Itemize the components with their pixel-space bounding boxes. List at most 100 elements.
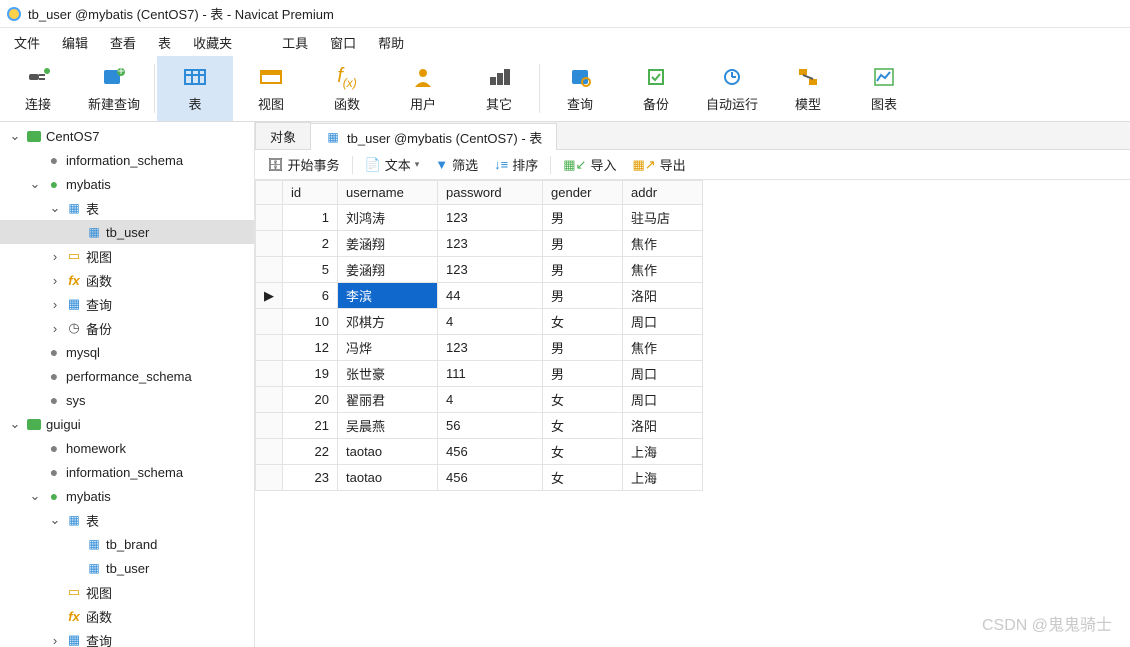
twisty-icon[interactable]: › bbox=[48, 273, 62, 288]
table-row[interactable]: 1刘鸿涛123男驻马店 bbox=[256, 205, 703, 231]
cell-password[interactable]: 4 bbox=[438, 309, 543, 335]
cell-id[interactable]: 12 bbox=[283, 335, 338, 361]
data-grid[interactable]: idusernamepasswordgenderaddr1刘鸿涛123男驻马店2… bbox=[255, 180, 1130, 647]
table-row[interactable]: 22taotao456女上海 bbox=[256, 439, 703, 465]
cell-addr[interactable]: 焦作 bbox=[623, 257, 703, 283]
cell-gender[interactable]: 男 bbox=[543, 205, 623, 231]
tree-item[interactable]: ⌄▦表 bbox=[0, 508, 254, 532]
tool-other[interactable]: 其它 bbox=[461, 56, 537, 121]
cell-username[interactable]: 邓棋方 bbox=[338, 309, 438, 335]
cell-id[interactable]: 10 bbox=[283, 309, 338, 335]
tree-item[interactable]: ●performance_schema bbox=[0, 364, 254, 388]
menu-7[interactable]: 帮助 bbox=[368, 29, 414, 56]
menu-2[interactable]: 查看 bbox=[100, 29, 146, 56]
tab-data[interactable]: ▦ tb_user @mybatis (CentOS7) - 表 bbox=[310, 123, 557, 150]
twisty-icon[interactable]: ⌄ bbox=[8, 128, 22, 144]
twisty-icon[interactable]: › bbox=[48, 249, 62, 264]
cell-password[interactable]: 123 bbox=[438, 257, 543, 283]
text-button[interactable]: 📄 文本 ▾ bbox=[359, 152, 426, 177]
table-row[interactable]: 10邓棋方4女周口 bbox=[256, 309, 703, 335]
tree-item[interactable]: ▦tb_user bbox=[0, 556, 254, 580]
table-row[interactable]: 12冯烨123男焦作 bbox=[256, 335, 703, 361]
cell-gender[interactable]: 女 bbox=[543, 309, 623, 335]
cell-addr[interactable]: 驻马店 bbox=[623, 205, 703, 231]
tree-item[interactable]: ⌄●mybatis bbox=[0, 484, 254, 508]
tool-newquery[interactable]: +新建查询 bbox=[76, 56, 152, 121]
table-row[interactable]: 2姜涵翔123男焦作 bbox=[256, 231, 703, 257]
table-row[interactable]: 5姜涵翔123男焦作 bbox=[256, 257, 703, 283]
cell-addr[interactable]: 焦作 bbox=[623, 231, 703, 257]
tree-item[interactable]: ●mysql bbox=[0, 340, 254, 364]
tool-chart[interactable]: 图表 bbox=[846, 56, 922, 121]
tree-item[interactable]: fx函数 bbox=[0, 604, 254, 628]
col-header[interactable]: username bbox=[338, 181, 438, 205]
cell-id[interactable]: 21 bbox=[283, 413, 338, 439]
table-row[interactable]: 19张世豪111男周口 bbox=[256, 361, 703, 387]
connection-tree[interactable]: ⌄CentOS7●information_schema⌄●mybatis⌄▦表▦… bbox=[0, 122, 255, 647]
col-header[interactable]: id bbox=[283, 181, 338, 205]
tree-item[interactable]: ▦tb_brand bbox=[0, 532, 254, 556]
cell-password[interactable]: 123 bbox=[438, 335, 543, 361]
export-button[interactable]: ▦↗ 导出 bbox=[626, 152, 691, 177]
cell-gender[interactable]: 男 bbox=[543, 257, 623, 283]
tree-item[interactable]: ›fx函数 bbox=[0, 268, 254, 292]
tree-item[interactable]: ⌄guigui bbox=[0, 412, 254, 436]
tool-view[interactable]: 视图 bbox=[233, 56, 309, 121]
cell-password[interactable]: 4 bbox=[438, 387, 543, 413]
twisty-icon[interactable]: › bbox=[48, 321, 62, 336]
cell-password[interactable]: 111 bbox=[438, 361, 543, 387]
cell-addr[interactable]: 洛阳 bbox=[623, 283, 703, 309]
twisty-icon[interactable]: ⌄ bbox=[48, 512, 62, 528]
cell-addr[interactable]: 洛阳 bbox=[623, 413, 703, 439]
cell-username[interactable]: 翟丽君 bbox=[338, 387, 438, 413]
cell-id[interactable]: 6 bbox=[283, 283, 338, 309]
tree-item[interactable]: ⌄▦表 bbox=[0, 196, 254, 220]
tool-model[interactable]: 模型 bbox=[770, 56, 846, 121]
twisty-icon[interactable]: ⌄ bbox=[28, 176, 42, 192]
cell-addr[interactable]: 周口 bbox=[623, 361, 703, 387]
cell-username[interactable]: 刘鸿涛 bbox=[338, 205, 438, 231]
tool-fx[interactable]: f(x)函数 bbox=[309, 56, 385, 121]
cell-addr[interactable]: 上海 bbox=[623, 465, 703, 491]
menu-0[interactable]: 文件 bbox=[4, 29, 50, 56]
cell-addr[interactable]: 周口 bbox=[623, 387, 703, 413]
table-row[interactable]: 23taotao456女上海 bbox=[256, 465, 703, 491]
cell-id[interactable]: 2 bbox=[283, 231, 338, 257]
table-row[interactable]: 21吴晨燕56女洛阳 bbox=[256, 413, 703, 439]
tool-plug[interactable]: 连接 bbox=[0, 56, 76, 121]
cell-password[interactable]: 123 bbox=[438, 205, 543, 231]
cell-password[interactable]: 44 bbox=[438, 283, 543, 309]
menu-4[interactable]: 收藏夹 bbox=[183, 29, 242, 56]
cell-gender[interactable]: 女 bbox=[543, 439, 623, 465]
menu-6[interactable]: 窗口 bbox=[320, 29, 366, 56]
cell-username[interactable]: 李滨 bbox=[338, 283, 438, 309]
sort-button[interactable]: ↓≡ 排序 bbox=[488, 152, 544, 177]
tree-item[interactable]: ⌄CentOS7 bbox=[0, 124, 254, 148]
cell-username[interactable]: 冯烨 bbox=[338, 335, 438, 361]
twisty-icon[interactable]: ⌄ bbox=[8, 416, 22, 432]
tool-backup[interactable]: 备份 bbox=[618, 56, 694, 121]
tool-table[interactable]: 表 bbox=[157, 56, 233, 121]
cell-id[interactable]: 23 bbox=[283, 465, 338, 491]
table-row[interactable]: ▶6李滨44男洛阳 bbox=[256, 283, 703, 309]
table-row[interactable]: 20翟丽君4女周口 bbox=[256, 387, 703, 413]
cell-gender[interactable]: 男 bbox=[543, 231, 623, 257]
import-button[interactable]: ▦↙ 导入 bbox=[557, 152, 622, 177]
cell-id[interactable]: 5 bbox=[283, 257, 338, 283]
menu-1[interactable]: 编辑 bbox=[52, 29, 98, 56]
tree-item[interactable]: ●sys bbox=[0, 388, 254, 412]
col-header[interactable]: password bbox=[438, 181, 543, 205]
tree-item[interactable]: ●information_schema bbox=[0, 148, 254, 172]
tab-objects[interactable]: 对象 bbox=[255, 122, 311, 149]
tree-item[interactable]: ›▦查询 bbox=[0, 628, 254, 647]
cell-gender[interactable]: 男 bbox=[543, 335, 623, 361]
cell-id[interactable]: 20 bbox=[283, 387, 338, 413]
menu-3[interactable]: 表 bbox=[148, 29, 181, 56]
cell-password[interactable]: 456 bbox=[438, 439, 543, 465]
cell-username[interactable]: taotao bbox=[338, 465, 438, 491]
cell-username[interactable]: 张世豪 bbox=[338, 361, 438, 387]
tree-item[interactable]: ●homework bbox=[0, 436, 254, 460]
cell-password[interactable]: 56 bbox=[438, 413, 543, 439]
cell-username[interactable]: 姜涵翔 bbox=[338, 257, 438, 283]
cell-gender[interactable]: 男 bbox=[543, 283, 623, 309]
